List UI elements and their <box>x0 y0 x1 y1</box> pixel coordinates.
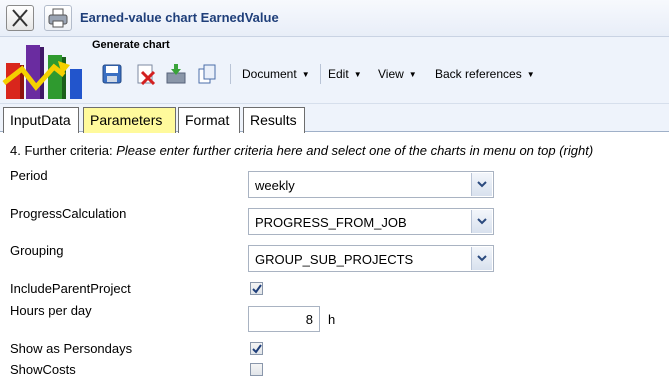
copy-icon[interactable] <box>196 63 218 85</box>
progress-calculation-select[interactable]: PROGRESS_FROM_JOB <box>248 208 494 235</box>
include-parent-project-checkbox[interactable] <box>250 282 263 295</box>
tab-strip: InputData Parameters Format Results <box>0 104 669 133</box>
printer-icon <box>48 8 68 28</box>
tab-inputdata[interactable]: InputData <box>3 107 79 133</box>
menu-back-references[interactable]: Back references ▼ <box>435 67 535 81</box>
show-costs-checkbox[interactable] <box>250 363 263 376</box>
dropdown-button[interactable] <box>471 247 492 270</box>
menu-edit[interactable]: Edit ▼ <box>328 67 362 81</box>
toolbar-separator <box>230 64 231 84</box>
checkmark-icon <box>252 284 262 294</box>
criteria-intro: 4. Further criteria: Please enter furthe… <box>10 143 594 158</box>
criteria-hint: Please enter further criteria here and s… <box>116 143 594 158</box>
chart-logo-icon <box>2 45 82 99</box>
progress-calculation-label: ProgressCalculation <box>10 206 127 221</box>
show-costs-label: ShowCosts <box>10 362 76 377</box>
save-icon[interactable] <box>101 63 123 85</box>
hours-per-day-label: Hours per day <box>10 303 92 318</box>
chevron-down-icon: ▼ <box>301 70 310 79</box>
chevron-down-icon: ▼ <box>353 70 362 79</box>
toolbar: Generate chart Document ▼ Edit ▼ View ▼ Bac… <box>0 37 669 104</box>
dropdown-button[interactable] <box>471 210 492 233</box>
delete-icon[interactable] <box>135 63 157 85</box>
menu-document[interactable]: Document ▼ <box>242 67 310 81</box>
period-label: Period <box>10 168 48 183</box>
tab-format[interactable]: Format <box>178 107 240 133</box>
chevron-down-icon: ▼ <box>408 70 417 79</box>
grouping-select[interactable]: GROUP_SUB_PROJECTS <box>248 245 494 272</box>
grouping-label: Grouping <box>10 243 64 258</box>
tab-parameters[interactable]: Parameters <box>83 107 176 133</box>
title-bar: Earned-value chart EarnedValue <box>0 0 669 37</box>
generate-chart-label: Generate chart <box>92 39 170 51</box>
chevron-down-icon: ▼ <box>526 70 535 79</box>
include-parent-project-label: IncludeParentProject <box>10 281 131 296</box>
menu-view[interactable]: View ▼ <box>378 67 417 81</box>
show-as-persondays-label: Show as Persondays <box>10 341 133 356</box>
import-icon[interactable] <box>165 63 187 85</box>
hours-unit: h <box>328 312 336 327</box>
parameters-panel: 4. Further criteria: Please enter furthe… <box>0 132 669 384</box>
tab-results[interactable]: Results <box>243 107 305 133</box>
chevron-down-icon <box>477 181 487 188</box>
show-as-persondays-checkbox[interactable] <box>250 342 263 355</box>
chevron-down-icon <box>477 255 487 262</box>
close-button[interactable] <box>6 5 34 31</box>
window-title: Earned-value chart EarnedValue <box>80 10 279 25</box>
hours-per-day-input[interactable]: 8 <box>248 306 320 332</box>
checkmark-icon <box>252 344 262 354</box>
chevron-down-icon <box>477 218 487 225</box>
dropdown-button[interactable] <box>471 173 492 196</box>
close-icon <box>12 9 28 27</box>
period-select[interactable]: weekly <box>248 171 494 198</box>
toolbar-separator <box>320 64 321 84</box>
print-button[interactable] <box>44 5 72 31</box>
